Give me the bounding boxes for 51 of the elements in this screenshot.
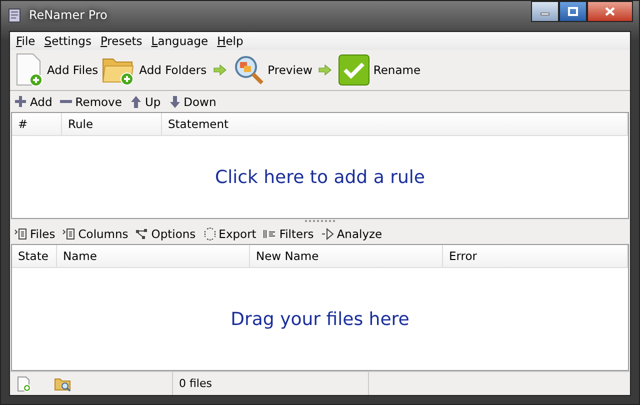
app-icon [7, 7, 23, 23]
toolbar-button[interactable]: Add Folders [102, 54, 207, 86]
toolbar-button[interactable]: Down [168, 94, 216, 108]
toolbar-button[interactable]: Options [135, 226, 196, 240]
maximize-icon [568, 7, 578, 16]
menu-item[interactable]: File [16, 34, 36, 48]
checkmark-icon [338, 54, 370, 86]
column-header[interactable]: Statement [162, 113, 628, 135]
up-arrow-icon [128, 94, 143, 108]
menu-item[interactable]: Settings [44, 34, 92, 48]
file-add-icon [16, 376, 32, 392]
toolbar-button[interactable]: Analyze [320, 226, 382, 240]
toolbar-button[interactable]: Up [128, 94, 161, 108]
arrow-icon [212, 64, 227, 76]
down-arrow-icon [168, 94, 182, 108]
magnifier-icon [232, 54, 265, 86]
plus-icon [14, 94, 28, 108]
rename-button[interactable]: Rename [338, 54, 421, 86]
menu-item[interactable]: Presets [100, 34, 142, 48]
file-count: 0 files [179, 377, 212, 390]
menu-item[interactable]: Help [217, 34, 244, 48]
toolbar-button[interactable]: Filters [263, 226, 314, 240]
splitter-handle[interactable] [305, 220, 335, 223]
column-header[interactable]: Error [443, 245, 628, 267]
toolbar-button[interactable]: Export [202, 226, 256, 240]
column-header[interactable]: Name [57, 245, 250, 267]
close-button[interactable] [587, 1, 633, 22]
window-title: ReNamer Pro [29, 8, 108, 22]
toolbar-button[interactable]: Preview [232, 54, 312, 86]
toolbar-button[interactable]: Columns [62, 226, 128, 240]
nodes-icon [135, 226, 150, 240]
column-header[interactable]: # [12, 113, 62, 135]
file-add-icon [14, 53, 44, 87]
placeholder-text: Click here to add a rule [215, 166, 425, 188]
column-header[interactable]: State [12, 245, 57, 267]
menu-item[interactable]: Language [151, 34, 208, 48]
folder-search-icon [54, 376, 72, 392]
minimize-button[interactable] [531, 1, 559, 22]
list-icon [14, 226, 28, 240]
arrow-icon [318, 64, 332, 76]
maximize-button[interactable] [559, 1, 587, 22]
toolbar-button[interactable]: Add Files [14, 53, 98, 87]
toolbar-button[interactable]: Add [14, 94, 52, 108]
column-header[interactable]: Rule [62, 113, 162, 135]
column-header[interactable]: New Name [250, 245, 443, 267]
play-icon [320, 226, 335, 240]
placeholder-text: Drag your files here [230, 308, 410, 330]
close-icon [605, 7, 615, 16]
list-icon [62, 226, 76, 240]
toolbar-button[interactable]: Files [14, 226, 56, 240]
toolbar-button[interactable]: Remove [59, 94, 122, 108]
